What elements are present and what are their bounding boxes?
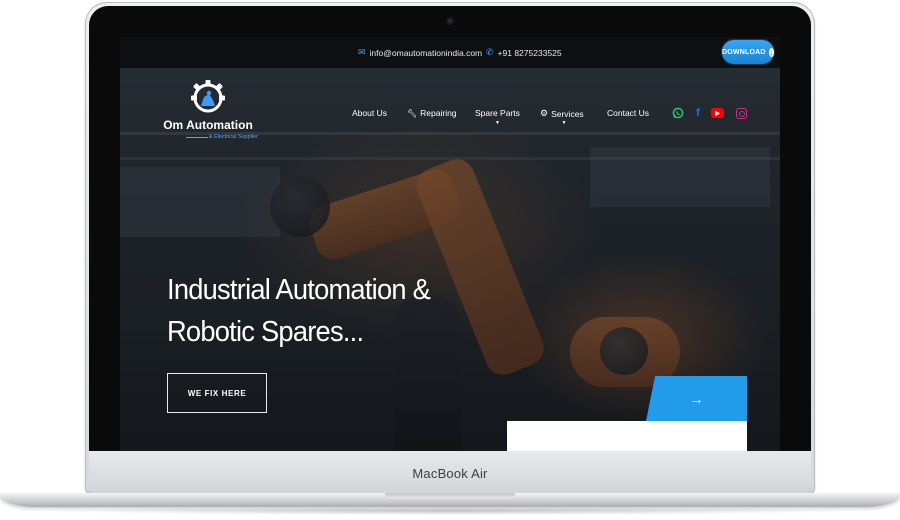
website-screen: ✉ info@omautomationindia.com ✆ +91 82752… — [120, 37, 780, 451]
hero-headline: Industrial Automation & Robotic Spares..… — [167, 269, 431, 353]
email-contact[interactable]: ✉ info@omautomationindia.com — [358, 47, 482, 58]
whatsapp-glyph — [672, 107, 684, 119]
laptop-shadow — [40, 507, 860, 515]
youtube-icon[interactable]: ▶ — [711, 108, 724, 118]
nav-repairing[interactable]: 🔧︎ Repairing — [407, 108, 457, 118]
email-text: info@omautomationindia.com — [369, 47, 483, 58]
device-model-label: MacBook Air — [412, 466, 488, 481]
gear-robot-logo-icon — [191, 80, 225, 113]
chevron-down-icon: ▼ — [561, 120, 567, 126]
nav-spare-parts[interactable]: Spare Parts ▼ — [475, 108, 520, 126]
download-label: DOWNLOAD — [722, 48, 766, 56]
whatsapp-icon[interactable] — [672, 107, 684, 119]
we-fix-here-button[interactable]: WE FIX HERE — [167, 373, 267, 413]
instagram-icon[interactable] — [736, 108, 747, 119]
nav-label: Services — [551, 108, 584, 119]
nav-services[interactable]: ⚙ Services ▼ — [540, 108, 584, 126]
nav-label: Contact Us — [607, 108, 650, 118]
cta-label: WE FIX HERE — [187, 388, 247, 398]
facebook-icon[interactable]: f — [692, 107, 704, 119]
nav-label: Repairing — [420, 108, 457, 118]
wrench-icon: 🔧︎ — [407, 108, 418, 118]
phone-contact[interactable]: ✆ +91 8275233525 — [486, 47, 562, 58]
nav-label: About Us — [352, 108, 387, 118]
camera-icon — [446, 17, 454, 25]
nav-about-us[interactable]: About Us — [352, 108, 387, 118]
nav-contact-us[interactable]: Contact Us — [607, 108, 649, 118]
nav-label: Spare Parts — [475, 108, 520, 118]
laptop-open-notch — [385, 493, 515, 499]
mail-icon: ✉ — [358, 47, 366, 57]
hero-line-2: Robotic Spares... — [167, 316, 364, 348]
info-panel — [507, 421, 747, 451]
hero-line-1: Industrial Automation & — [167, 274, 431, 306]
download-button[interactable]: DOWNLOAD ↓ — [722, 40, 774, 64]
next-arrow-button[interactable]: → — [646, 376, 747, 421]
download-arrow-icon: ↓ — [768, 47, 774, 57]
arrow-right-icon: → — [689, 390, 704, 407]
gear-icon: ⚙ — [540, 108, 549, 118]
logo-tagline: & Electrical Supplier — [208, 134, 258, 140]
top-info-bar: ✉ info@omautomationindia.com ✆ +91 82752… — [120, 37, 780, 68]
chevron-down-icon: ▼ — [494, 120, 500, 126]
phone-icon: ✆ — [486, 47, 494, 57]
logo-name: Om Automation — [163, 118, 253, 132]
site-logo[interactable]: Om Automation & Electrical Supplier — [158, 78, 258, 146]
phone-text: +91 8275233525 — [497, 47, 562, 58]
